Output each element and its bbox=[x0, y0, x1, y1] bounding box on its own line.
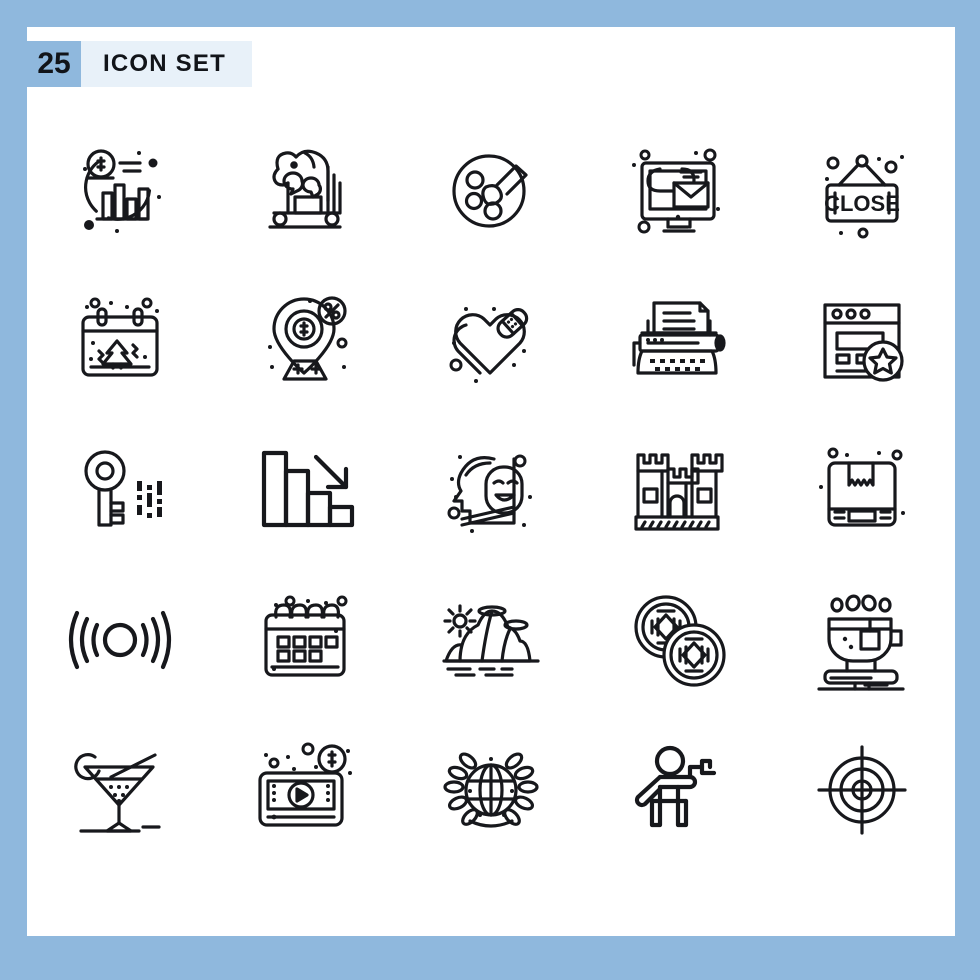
icon-cell-encryption-key[interactable] bbox=[27, 415, 213, 565]
typewriter-icon bbox=[631, 301, 726, 375]
icon-cell-christmas-calendar[interactable] bbox=[27, 265, 213, 415]
page-title: ICON SET bbox=[103, 50, 226, 77]
icon-cell-discount-location[interactable] bbox=[213, 265, 399, 415]
icon-cell-vibration-signal[interactable] bbox=[27, 565, 213, 715]
icon-cell-package-box[interactable] bbox=[769, 415, 955, 565]
financial-analytics-icon bbox=[82, 149, 161, 233]
icon-cell-video-monetization[interactable] bbox=[213, 715, 399, 865]
teacup-icon bbox=[817, 594, 905, 691]
castle-icon bbox=[633, 453, 724, 531]
crosshair-target-icon bbox=[817, 745, 907, 835]
icon-cell-spiral-calendar[interactable] bbox=[213, 565, 399, 715]
icon-cell-financial-analytics[interactable] bbox=[27, 115, 213, 265]
cocktail-glass-icon bbox=[74, 753, 161, 833]
icon-cell-psychology-mask[interactable] bbox=[398, 415, 584, 565]
icon-cell-healing-heart[interactable] bbox=[398, 265, 584, 415]
icon-cell-mountain-landscape[interactable] bbox=[398, 565, 584, 715]
close-sign-text: CLOSE bbox=[824, 191, 900, 216]
spiral-calendar-icon bbox=[264, 595, 348, 677]
icon-cell-typewriter[interactable] bbox=[584, 265, 770, 415]
package-box-icon bbox=[819, 447, 906, 527]
psychology-mask-icon bbox=[447, 454, 532, 533]
icon-cell-bookmark-browser[interactable] bbox=[769, 265, 955, 415]
global-award-icon bbox=[443, 752, 539, 828]
icon-cell-trojan-horse[interactable] bbox=[213, 115, 399, 265]
icon-cell-declining-bar-chart[interactable] bbox=[213, 415, 399, 565]
icon-cell-castle[interactable] bbox=[584, 415, 770, 565]
icon-cell-crosshair-target[interactable] bbox=[769, 715, 955, 865]
healing-heart-icon bbox=[449, 307, 529, 383]
bookmark-browser-icon bbox=[823, 303, 904, 382]
icon-cell-close-sign[interactable]: CLOSE bbox=[769, 115, 955, 265]
icon-cell-shooter-person[interactable] bbox=[584, 715, 770, 865]
icon-cell-paint-palette[interactable] bbox=[398, 115, 584, 265]
shooter-person-icon bbox=[634, 745, 716, 828]
trojan-horse-icon bbox=[268, 149, 342, 229]
icon-cell-email-monitor[interactable] bbox=[584, 115, 770, 265]
video-monetization-icon bbox=[258, 742, 353, 827]
mountain-landscape-icon bbox=[442, 604, 540, 677]
email-monitor-icon bbox=[631, 148, 720, 234]
icon-grid: CLOSE bbox=[27, 115, 955, 865]
christmas-calendar-icon bbox=[81, 297, 159, 377]
icon-cell-global-award[interactable] bbox=[398, 715, 584, 865]
icon-sheet-canvas: 25 ICON SET CLOSE bbox=[27, 27, 955, 936]
chinese-coins-icon bbox=[633, 595, 726, 687]
declining-bar-chart-icon bbox=[262, 450, 355, 528]
icon-cell-chinese-coins[interactable] bbox=[584, 565, 770, 715]
icon-count-badge: 25 bbox=[27, 41, 81, 87]
icon-cell-cocktail-glass[interactable] bbox=[27, 715, 213, 865]
sheet-header: 25 ICON SET bbox=[27, 41, 252, 87]
discount-location-icon bbox=[268, 296, 348, 381]
vibration-signal-icon bbox=[68, 610, 171, 670]
poster-frame: 25 ICON SET CLOSE bbox=[0, 0, 980, 980]
encryption-key-icon bbox=[84, 450, 162, 527]
paint-palette-icon bbox=[452, 154, 528, 228]
close-sign-icon: CLOSE bbox=[824, 154, 905, 239]
icon-cell-teacup[interactable] bbox=[769, 565, 955, 715]
